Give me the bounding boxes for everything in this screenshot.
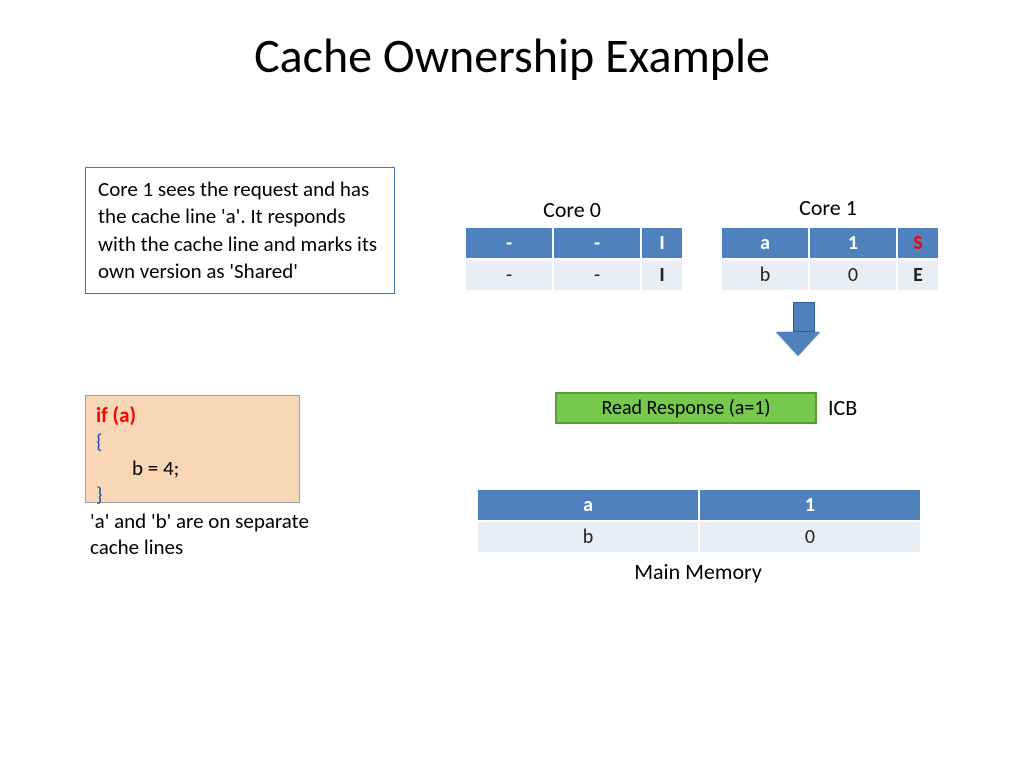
core0-r0-data: - <box>554 228 640 258</box>
core0-r1-state: I <box>642 260 682 290</box>
code-open-brace: { <box>96 428 289 454</box>
main-memory-label: Main Memory <box>476 558 920 585</box>
core1-table: a 1 S b 0 E <box>720 226 940 292</box>
core0-r0-tag: - <box>466 228 552 258</box>
mm-r1-key: b <box>478 522 698 552</box>
core0-r0-state: I <box>642 228 682 258</box>
core0-label: Core 0 <box>507 196 637 223</box>
mm-r0-key: a <box>478 490 698 520</box>
table-row: a 1 S <box>722 228 938 258</box>
core1-r1-tag: b <box>722 260 808 290</box>
code-close-brace: } <box>96 481 289 507</box>
arrow-down-icon <box>787 302 820 356</box>
icb-label: ICB <box>828 394 857 421</box>
description-box: Core 1 sees the request and has the cach… <box>85 167 395 294</box>
cache-line-note: 'a' and 'b' are on separate cache lines <box>90 508 320 561</box>
mm-r1-val: 0 <box>700 522 920 552</box>
slide-title: Cache Ownership Example <box>0 26 1024 85</box>
core1-r0-state: S <box>898 228 938 258</box>
table-row: - - I <box>466 228 682 258</box>
core0-table: - - I - - I <box>464 226 684 292</box>
table-row: a 1 <box>478 490 920 520</box>
core1-r1-data: 0 <box>810 260 896 290</box>
table-row: b 0 <box>478 522 920 552</box>
table-row: b 0 E <box>722 260 938 290</box>
main-memory-table: a 1 b 0 <box>476 488 922 554</box>
core1-r0-tag: a <box>722 228 808 258</box>
table-row: - - I <box>466 260 682 290</box>
code-box: if (a) { b = 4; } <box>85 395 300 503</box>
core1-r0-data: 1 <box>810 228 896 258</box>
code-stmt: b = 4; <box>132 455 289 481</box>
core0-r1-data: - <box>554 260 640 290</box>
icb-message-bar: Read Response (a=1) <box>555 392 817 424</box>
core0-r1-tag: - <box>466 260 552 290</box>
code-if: if (a) <box>96 402 289 428</box>
core1-r1-state: E <box>898 260 938 290</box>
mm-r0-val: 1 <box>700 490 920 520</box>
core1-label: Core 1 <box>763 194 893 221</box>
